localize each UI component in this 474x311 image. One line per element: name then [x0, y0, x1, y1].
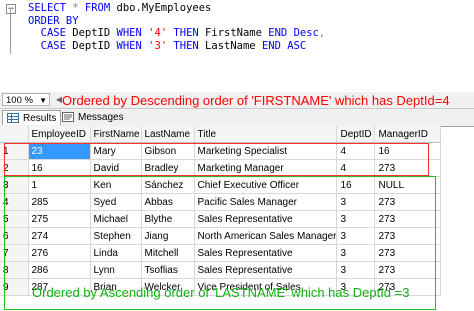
annotation-descending: Ordered by Descending order of 'FIRSTNAM… — [62, 93, 450, 108]
zoom-select[interactable]: 100 % ▼ — [2, 93, 50, 106]
column-header[interactable]: LastName — [141, 126, 195, 143]
code-keyword: ORDER BY — [28, 14, 79, 27]
code-identifier: DeptID — [72, 27, 117, 39]
code-keyword: WHEN — [116, 27, 149, 39]
code-keyword: FROM — [78, 2, 117, 14]
editor-gutter: − — [0, 0, 22, 92]
column-header[interactable]: DeptID — [336, 126, 376, 143]
code-string: '3' — [148, 39, 168, 52]
sql-code[interactable]: SELECT * FROM dbo.MyEmployees ORDER BY C… — [28, 2, 325, 52]
grid-header-row: EmployeeID FirstName LastName Title Dept… — [0, 126, 442, 143]
code-keyword: END — [268, 27, 294, 39]
code-identifier: FirstName — [205, 27, 269, 39]
tab-messages-label: Messages — [78, 112, 124, 123]
code-keyword: THEN — [167, 27, 206, 39]
fold-guide — [10, 8, 11, 54]
chevron-down-icon: ▼ — [39, 96, 47, 105]
tab-results[interactable]: Results — [2, 110, 62, 125]
code-keyword: END — [261, 39, 288, 52]
highlight-box-deptid-4 — [4, 143, 429, 176]
grid-icon — [7, 113, 19, 123]
code-identifier: DeptID — [72, 39, 117, 52]
code-operator: , — [318, 27, 326, 39]
collapse-icon[interactable]: − — [6, 4, 16, 14]
row-number-header[interactable] — [0, 126, 29, 143]
code-keyword: ASC — [287, 39, 307, 52]
column-header[interactable]: FirstName — [90, 126, 142, 143]
code-keyword: WHEN — [116, 39, 149, 52]
tab-messages[interactable]: Messages — [58, 110, 128, 125]
code-identifier: LastName — [205, 39, 262, 52]
code-string: '4' — [148, 27, 168, 39]
query-editor[interactable]: − SELECT * FROM dbo.MyEmployees ORDER BY… — [0, 0, 474, 93]
zoom-value: 100 % — [6, 95, 33, 106]
code-keyword: SELECT — [28, 2, 73, 14]
code-identifier: dbo.MyEmployees — [116, 2, 212, 14]
tab-results-label: Results — [23, 113, 57, 124]
column-header[interactable]: ManagerID — [374, 126, 442, 143]
results-tabs: Results Messages — [0, 109, 474, 127]
column-header[interactable]: Title — [194, 126, 338, 143]
messages-icon — [62, 112, 74, 122]
code-keyword: CASE — [28, 39, 73, 52]
code-keyword: Desc — [293, 27, 319, 39]
code-keyword: CASE — [28, 27, 73, 39]
column-header[interactable]: EmployeeID — [28, 126, 91, 143]
annotation-ascending: Ordered by Ascending order of 'LASTNAME'… — [32, 285, 410, 300]
code-keyword: THEN — [167, 39, 206, 52]
